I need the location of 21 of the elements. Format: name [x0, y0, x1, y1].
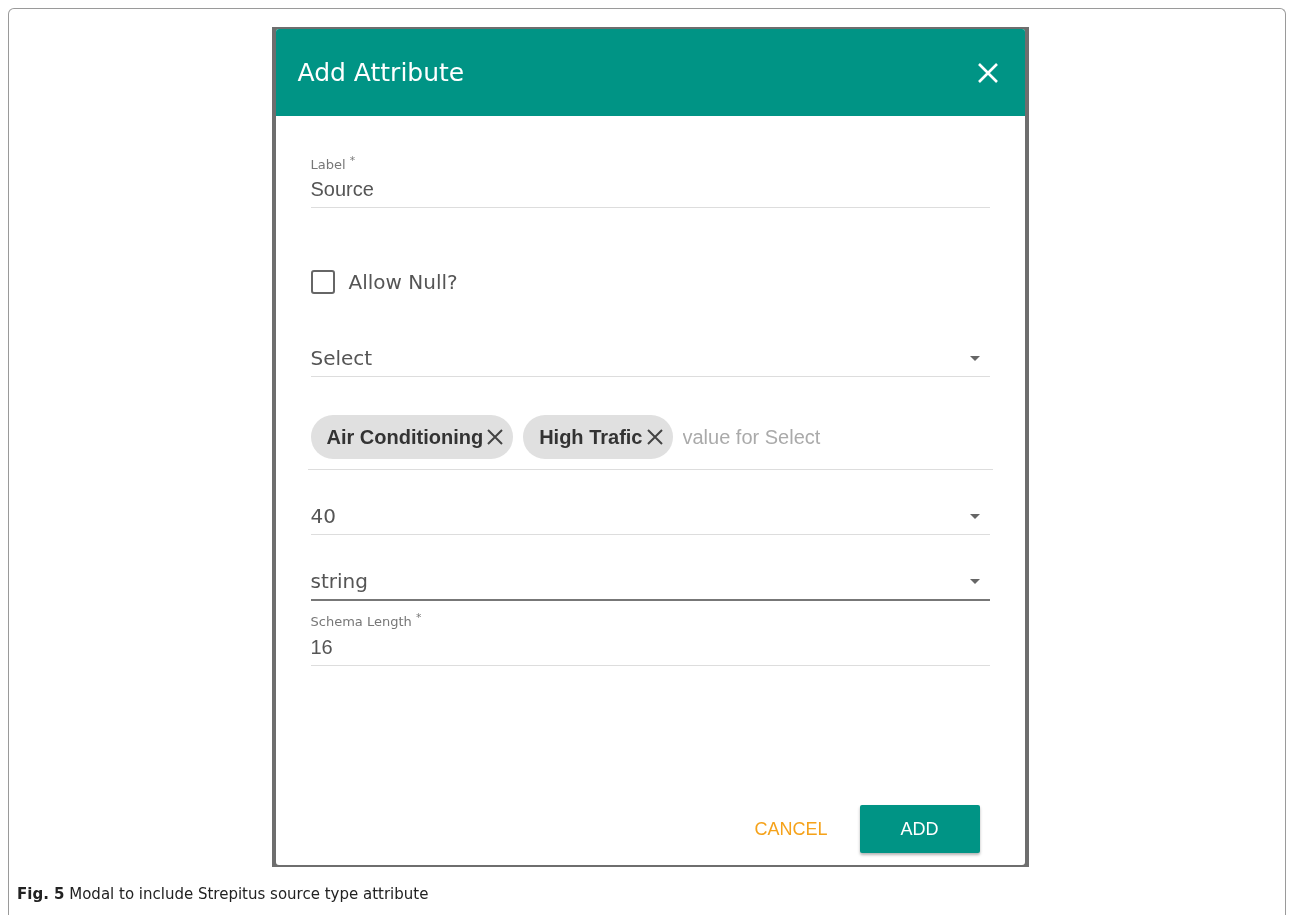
field-value: Source — [310, 178, 375, 202]
chip[interactable]: High Trafic — [523, 415, 673, 460]
dropdown-field[interactable]: 40 — [310, 504, 990, 536]
dialog-title: Add Attribute — [297, 58, 465, 87]
field-label: Label $^{*}$ — [310, 154, 357, 173]
dropdown-field[interactable]: Select — [310, 346, 990, 378]
caret-icon — [969, 578, 980, 584]
checkbox[interactable] — [310, 270, 335, 295]
field-label: Schema Length $^{*}$ — [310, 611, 423, 630]
figure-caption: Fig. 5 Modal to include Strepitus source type attribute — [17, 885, 429, 903]
chip-input-field[interactable]: value for Select — [682, 425, 993, 449]
caret-icon — [969, 355, 980, 361]
text-field[interactable]: Label $^{*}$ Source — [310, 154, 990, 209]
text-field[interactable]: Schema Length $^{*}$ 16 — [310, 611, 990, 666]
field-value: 16 — [310, 635, 334, 659]
chip[interactable]: Air Conditioning — [310, 415, 514, 460]
dropdown-field[interactable]: string — [310, 569, 990, 602]
checkbox-label: Allow Null? — [348, 270, 458, 295]
caret-icon — [969, 513, 980, 519]
add-button[interactable]: ADD — [859, 805, 980, 853]
close-button[interactable] — [976, 61, 999, 84]
